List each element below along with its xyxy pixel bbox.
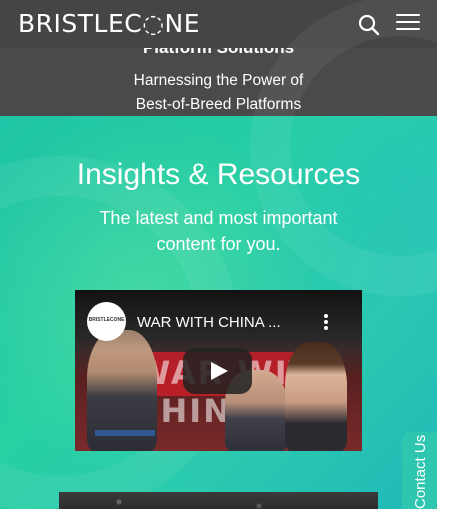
video-title[interactable]: WAR WITH CHINA ... [137, 314, 281, 331]
thumbnail-person [285, 342, 347, 451]
insights-title: Insights & Resources [76, 158, 361, 191]
channel-avatar[interactable]: BRISTLECONE [87, 302, 126, 341]
second-video-embed[interactable] [59, 492, 378, 509]
insights-subtitle: The latest and most important content fo… [0, 205, 437, 257]
channel-avatar-label: BRISTLECONE [88, 317, 125, 323]
bristlecone-logo[interactable]: BRISTLEC◌NE [18, 9, 200, 38]
page: Platform Solutions Harnessing the Power … [0, 0, 437, 509]
thumbnail-name-tag [95, 430, 155, 436]
play-icon[interactable] [183, 348, 252, 394]
second-video-thumbnail [59, 492, 378, 509]
insights-subtitle-line1: The latest and most important [99, 208, 338, 228]
scrollbar-gutter [437, 0, 454, 509]
insights-section: Insights & Resources The latest and most… [0, 0, 437, 509]
youtube-video-embed[interactable]: WAR WITH CHINA BRISTLECONE WAR WITH CHIN… [75, 290, 362, 451]
contact-us-label[interactable]: Contact Us [412, 435, 429, 509]
insights-subtitle-line2: content for you. [156, 234, 281, 254]
more-vertical-icon[interactable] [323, 314, 329, 330]
